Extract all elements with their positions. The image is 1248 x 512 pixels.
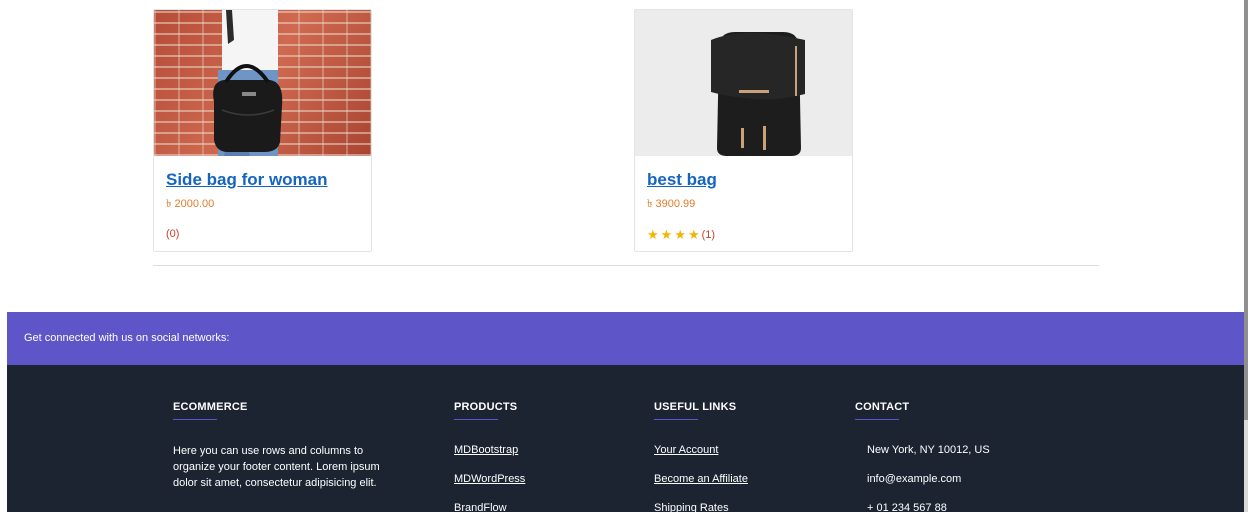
footer-column-products: PRODUCTS MDBootstrap MDWordPress BrandFl…	[454, 401, 525, 512]
product-rating: ★ ★ ★ ★ (1)	[647, 228, 852, 241]
footer-link[interactable]: BrandFlow	[454, 502, 507, 512]
rating-count: (0)	[166, 228, 180, 240]
star-icon: ★	[660, 227, 673, 242]
product-title-link[interactable]: Side bag for woman	[166, 170, 371, 190]
footer-column-useful-links: USEFUL LINKS Your Account Become an Affi…	[654, 401, 748, 512]
product-image[interactable]	[154, 10, 371, 156]
footer-description: Here you can use rows and columns to org…	[173, 445, 380, 489]
star-icon: ★	[687, 227, 700, 242]
product-title-link[interactable]: best bag	[647, 170, 852, 190]
contact-address: New York, NY 10012, US	[867, 444, 990, 456]
footer-link[interactable]: Become an Affiliate	[654, 473, 748, 485]
footer-heading: PRODUCTS	[454, 401, 518, 413]
footer-link[interactable]: Your Account	[654, 444, 718, 456]
heading-underline	[855, 419, 899, 420]
footer-heading: USEFUL LINKS	[654, 401, 737, 413]
star-icon: ★	[647, 227, 659, 242]
footer-heading: CONTACT	[855, 401, 910, 413]
scrollbar[interactable]	[1244, 0, 1248, 512]
product-price: ৳ 2000.00	[166, 198, 215, 210]
star-icon: ★	[674, 227, 686, 242]
product-image[interactable]	[635, 10, 852, 156]
woman-with-bag-illustration	[213, 10, 283, 156]
footer-column-contact: CONTACT New York, NY 10012, US info@exam…	[855, 401, 990, 512]
footer-link[interactable]: MDWordPress	[454, 473, 525, 485]
footer-link[interactable]: MDBootstrap	[454, 444, 518, 456]
product-section: Side bag for woman ৳ 2000.00 (0) best ba…	[0, 0, 1244, 312]
footer-link[interactable]: Shipping Rates	[654, 502, 729, 512]
social-bar: Get connected with us on social networks…	[7, 312, 1244, 365]
scrollbar-thumb[interactable]	[1244, 0, 1248, 420]
rating-count: (1)	[701, 228, 716, 241]
footer-heading: ECOMMERCE	[173, 401, 248, 413]
footer-column-ecommerce: ECOMMERCE Here you can use rows and colu…	[173, 401, 388, 491]
heading-underline	[654, 419, 698, 420]
footer: ECOMMERCE Here you can use rows and colu…	[7, 365, 1244, 512]
product-price: ৳ 3900.99	[647, 198, 696, 210]
heading-underline	[454, 419, 498, 420]
contact-email: info@example.com	[867, 473, 962, 485]
product-card: best bag ৳ 3900.99 ★ ★ ★ ★ (1)	[634, 9, 853, 252]
contact-phone: + 01 234 567 88	[867, 502, 947, 512]
product-rating: (0)	[166, 228, 371, 240]
product-card: Side bag for woman ৳ 2000.00 (0)	[153, 9, 372, 252]
social-text: Get connected with us on social networks…	[24, 332, 230, 344]
black-backpack-illustration	[635, 10, 852, 156]
heading-underline	[173, 419, 217, 420]
section-divider	[153, 265, 1099, 266]
